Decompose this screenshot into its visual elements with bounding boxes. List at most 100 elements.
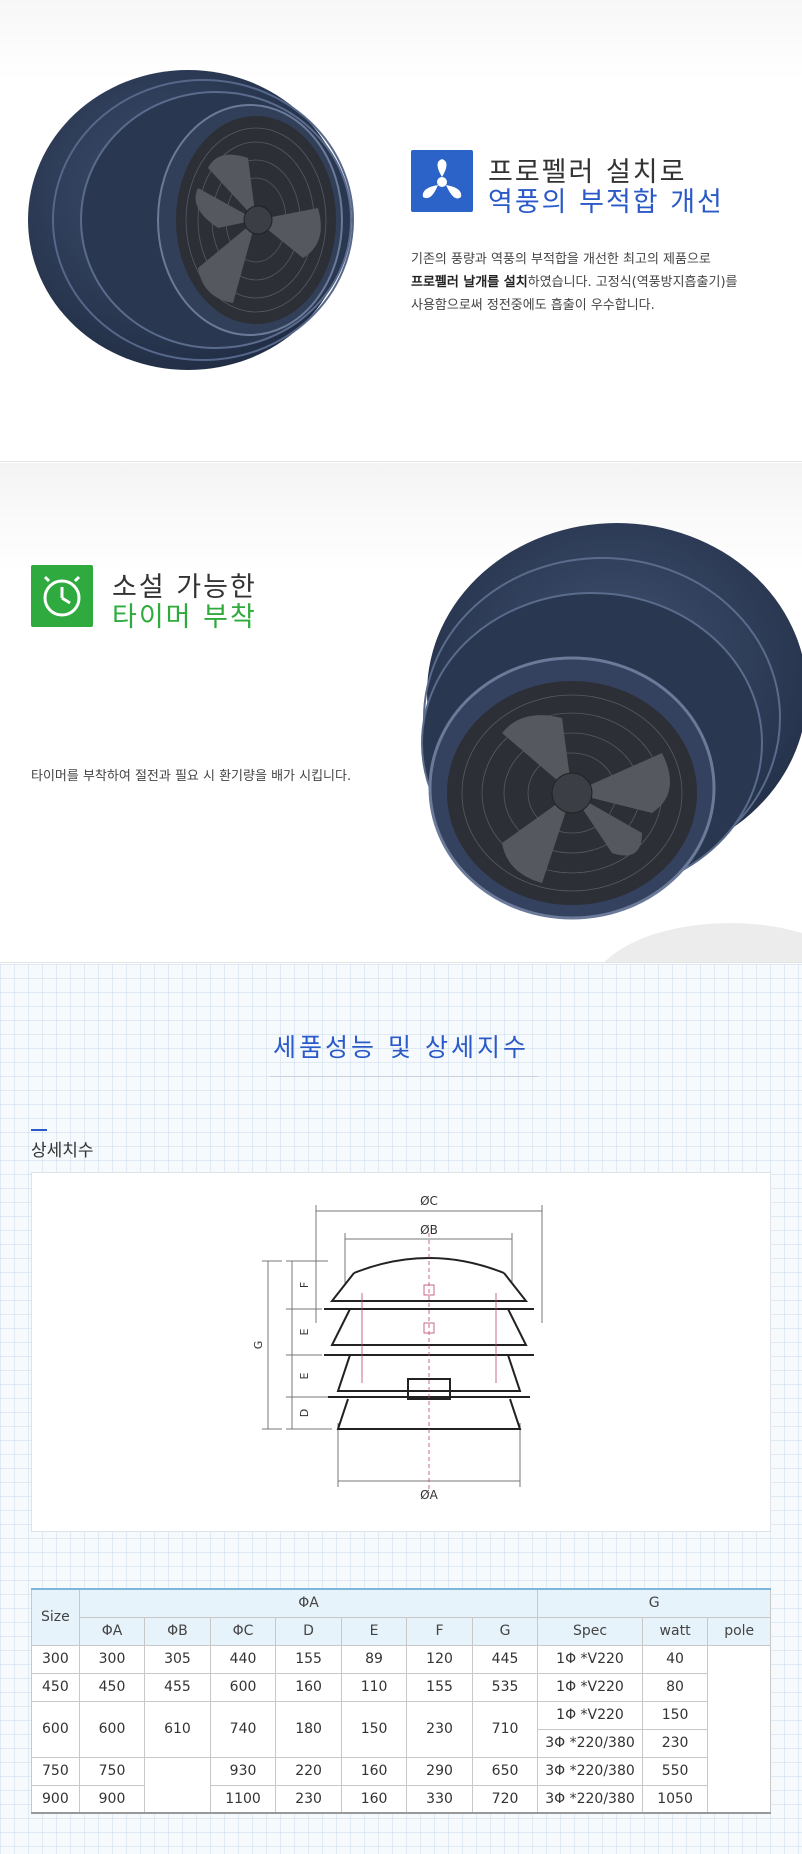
col-header: Spec <box>537 1616 643 1646</box>
spec-subtitle: 상세치수 <box>31 1141 94 1161</box>
table-row: 900 900 1100 230 160 330 720 3Φ *220/380… <box>31 1784 771 1814</box>
cell-d: 180 <box>275 1700 342 1758</box>
cell-watt: 1050 <box>641 1784 709 1814</box>
section1-para-bold: 프로펠러 날개를 설치 <box>411 275 528 290</box>
cell-g: 535 <box>471 1672 539 1702</box>
section2-description: 타이머를 부착하여 절전과 필요 시 환기량을 배가 시킵니다. <box>31 769 352 784</box>
cell-c: 1100 <box>209 1784 277 1814</box>
section2-heading-line2: 타이머 부착 <box>112 602 257 633</box>
table-row: 750 750 930 220 160 290 650 3Φ *220/380 … <box>31 1756 771 1814</box>
col-header: E <box>340 1616 408 1646</box>
section1-description: 기존의 풍량과 역풍의 부적합을 개선한 최고의 제품으로 프로펠러 날개를 설… <box>411 248 737 317</box>
label-e-upper: E <box>298 1328 311 1335</box>
cell-spec: 3Φ *220/380 <box>537 1756 643 1786</box>
label-d: D <box>298 1409 311 1417</box>
table-row: 300 300 305 440 155 89 120 445 1Φ *V220 … <box>31 1644 771 1814</box>
section1-para-line3: 사용함으로써 정전중에도 흡출이 우수합니다. <box>411 298 655 313</box>
cell-a: 900 <box>78 1784 146 1814</box>
cell-g: 710 <box>471 1700 539 1758</box>
col-header: F <box>406 1616 473 1646</box>
cell-g: 650 <box>471 1756 539 1786</box>
cell-size: 750 <box>31 1756 80 1786</box>
section1-para-rest: 하였습니다. 고정식(역풍방지흡출기)를 <box>527 275 738 290</box>
cell-e: 160 <box>340 1756 408 1786</box>
cell-d: 230 <box>275 1784 342 1814</box>
cell-spec: 1Φ *V220 <box>537 1700 643 1730</box>
section1-heading-line2: 역풍의 부적합 개선 <box>488 187 724 218</box>
cell-b <box>144 1756 211 1814</box>
spec-section-title: 세품성능 및 상세지수 <box>273 1033 529 1062</box>
header-group-g: G <box>537 1588 771 1618</box>
table-header-row: Size ΦA G <box>31 1588 771 1646</box>
cell-e: 150 <box>340 1700 408 1758</box>
col-header: watt <box>641 1616 709 1646</box>
header-size: Size <box>31 1588 80 1646</box>
cell-f: 330 <box>406 1784 473 1814</box>
cell-b: 305 <box>144 1644 211 1674</box>
label-phi-b: ØB <box>420 1223 438 1237</box>
cell-a: 750 <box>78 1756 146 1786</box>
cell-a: 300 <box>78 1644 146 1674</box>
spec-section: 세품성능 및 상세지수 상세치수 ØC ØB ØA F E E D G Size… <box>0 964 802 1854</box>
title-divider <box>270 1076 538 1077</box>
label-f: F <box>298 1282 311 1288</box>
cell-e: 160 <box>340 1784 408 1814</box>
col-header: ΦC <box>209 1616 277 1646</box>
cell-d: 160 <box>275 1672 342 1702</box>
cell-c: 440 <box>209 1644 277 1674</box>
cell-watt: 550 <box>641 1756 709 1786</box>
cell-f: 155 <box>406 1672 473 1702</box>
propeller-badge <box>411 150 473 212</box>
cell-spec: 3Φ *220/380 <box>537 1784 643 1814</box>
cell-f: 230 <box>406 1700 473 1758</box>
table-row: 450 450 455 600 160 110 155 535 1Φ *V220… <box>31 1672 771 1702</box>
feature-propeller-section: 프로펠러 설치로 역풍의 부적합 개선 기존의 풍량과 역풍의 부적합을 개선한… <box>0 0 802 462</box>
page: 프로펠러 설치로 역풍의 부적합 개선 기존의 풍량과 역풍의 부적합을 개선한… <box>0 0 802 1854</box>
cell-watt: 40 <box>641 1644 709 1674</box>
cell-watt: 230 <box>641 1728 709 1758</box>
cell-c: 740 <box>209 1700 277 1758</box>
cell-pole <box>707 1644 771 1814</box>
fan-product-image-2 <box>421 523 802 920</box>
header-group-a: ΦA <box>78 1588 539 1618</box>
cell-e: 110 <box>340 1672 408 1702</box>
cell-size: 450 <box>31 1672 80 1702</box>
col-header: D <box>275 1616 342 1646</box>
dimension-diagram-panel: ØC ØB ØA F E E D G <box>31 1172 771 1532</box>
cell-b: 455 <box>144 1672 211 1702</box>
label-g: G <box>252 1341 265 1350</box>
section1-para-line1: 기존의 풍량과 역풍의 부적합을 개선한 최고의 제품으로 <box>411 252 711 267</box>
cell-d: 220 <box>275 1756 342 1786</box>
cell-b: 610 <box>144 1700 211 1758</box>
cell-c: 600 <box>209 1672 277 1702</box>
cell-f: 120 <box>406 1644 473 1674</box>
label-phi-c: ØC <box>420 1194 438 1208</box>
cell-size: 600 <box>31 1700 80 1758</box>
cell-size: 300 <box>31 1644 80 1674</box>
col-header: G <box>471 1616 539 1646</box>
timer-icon <box>43 575 81 617</box>
table-row: 600 600 610 740 180 150 230 710 1Φ *V220… <box>31 1700 771 1758</box>
cell-spec: 1Φ *V220 <box>537 1644 643 1674</box>
section1-para-line2: 프로펠러 날개를 설치하였습니다. 고정식(역풍방지흡출기)를 <box>411 271 737 294</box>
cell-g: 720 <box>471 1784 539 1814</box>
cell-watt: 80 <box>641 1672 709 1702</box>
cell-g: 445 <box>471 1644 539 1674</box>
spec-table: Size ΦA G ΦA ΦB ΦC D E F G Spec watt pol… <box>31 1588 771 1814</box>
col-header: pole <box>707 1616 771 1646</box>
cell-a: 450 <box>78 1672 146 1702</box>
table-subheader-row: ΦA ΦB ΦC D E F G Spec watt pole <box>32 1616 771 1646</box>
dimension-diagram: ØC ØB ØA F E E D G <box>252 1194 543 1502</box>
cell-c: 930 <box>209 1756 277 1786</box>
cell-size: 900 <box>31 1784 80 1814</box>
cell-watt: 150 <box>641 1700 709 1730</box>
cell-spec: 1Φ *V220 <box>537 1672 643 1702</box>
col-header: ΦA <box>78 1616 146 1646</box>
subtitle-marker <box>31 1129 47 1131</box>
feature-timer-section: 소설 가능한 타이머 부착 타이머를 부착하여 절전과 필요 시 환기량을 배가… <box>0 463 802 963</box>
timer-badge <box>31 565 93 627</box>
fan-product-image-1 <box>28 70 354 370</box>
label-phi-a: ØA <box>420 1488 438 1502</box>
propeller-icon <box>422 159 462 199</box>
cell-d: 155 <box>275 1644 342 1674</box>
